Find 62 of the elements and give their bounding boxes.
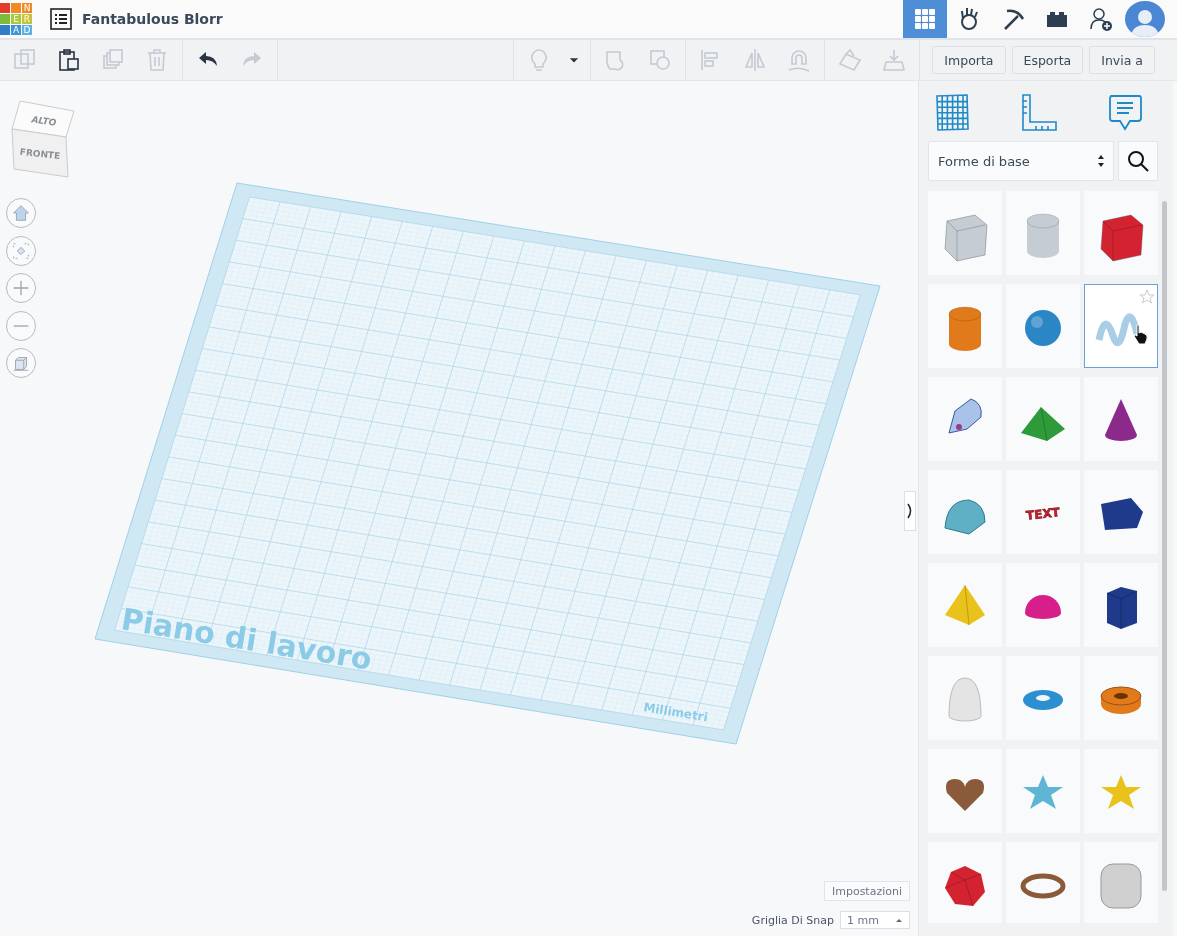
delete-icon [147,49,167,71]
updown-caret-icon [1098,155,1104,167]
collapse-panel-button[interactable] [904,491,916,531]
undo-icon [199,52,217,66]
pointer-cursor-icon [1133,324,1148,345]
zoom-in-button[interactable] [6,273,36,303]
design-title[interactable]: Fantabulous Blorr [82,11,223,27]
logo-letter: N [22,3,32,13]
zoom-out-button[interactable] [6,311,36,341]
ortho-view-icon [13,357,29,371]
star-icon [1139,289,1155,304]
chevron-icon [907,503,912,519]
scrollbar[interactable] [1162,201,1167,891]
snap-grid-select[interactable]: 1 mm [840,911,910,929]
snap-grid-label: Griglia Di Snap [751,913,834,927]
search-button[interactable] [1118,141,1158,181]
redo-icon [243,52,261,66]
copy-icon [14,49,35,69]
workplane-icon [839,48,862,71]
caret-icon [896,919,902,922]
brick-icon [1047,12,1067,27]
shape-tile[interactable]: TEXT [1006,470,1080,554]
ungroup-icon [650,50,671,70]
home-icon [13,205,29,221]
ruler-tab[interactable] [1020,93,1060,133]
mirror-icon [745,48,766,72]
hand-icon [961,7,978,30]
home-button[interactable] [6,198,36,228]
group-icon [606,51,624,71]
fit-view-icon [13,243,29,259]
shape-tile[interactable] [1084,284,1158,368]
design-list-icon[interactable] [50,8,72,30]
magnet-icon [788,50,811,72]
zoom-in-icon [13,280,29,296]
search-icon [1128,151,1149,172]
shape-library-select[interactable]: Forme di base [928,141,1114,181]
logo-letter: A [11,25,21,35]
drop-icon [883,49,906,71]
workplane-label: Piano di lavoro [118,601,375,677]
grid-icon [936,94,969,131]
logo-letter: D [22,25,32,35]
note-icon [1109,95,1142,130]
avatar-icon[interactable] [1125,1,1165,37]
units-label: Millimetri [642,700,709,725]
align-icon [701,49,719,71]
add-user-icon [1090,8,1112,31]
toolbar-button[interactable]: Importa [932,46,1006,74]
ruler-icon [1022,94,1057,131]
settings-button[interactable]: Impostazioni [823,881,910,901]
logo-letter: R [22,14,32,24]
logo-letter: E [11,14,21,24]
paste-icon [59,49,79,71]
ortho-button[interactable] [6,348,36,378]
bulb-icon [531,49,548,71]
text-shape-label: TEXT [1025,505,1061,523]
toolbar-button[interactable]: Invia a [1089,46,1155,74]
toolbar-button[interactable]: Esporta [1011,46,1084,74]
grid-icon [915,9,935,29]
duplicate-icon [103,49,123,69]
caret-icon [570,58,579,63]
pickaxe-icon [1004,9,1025,30]
fit-button[interactable] [6,236,36,266]
